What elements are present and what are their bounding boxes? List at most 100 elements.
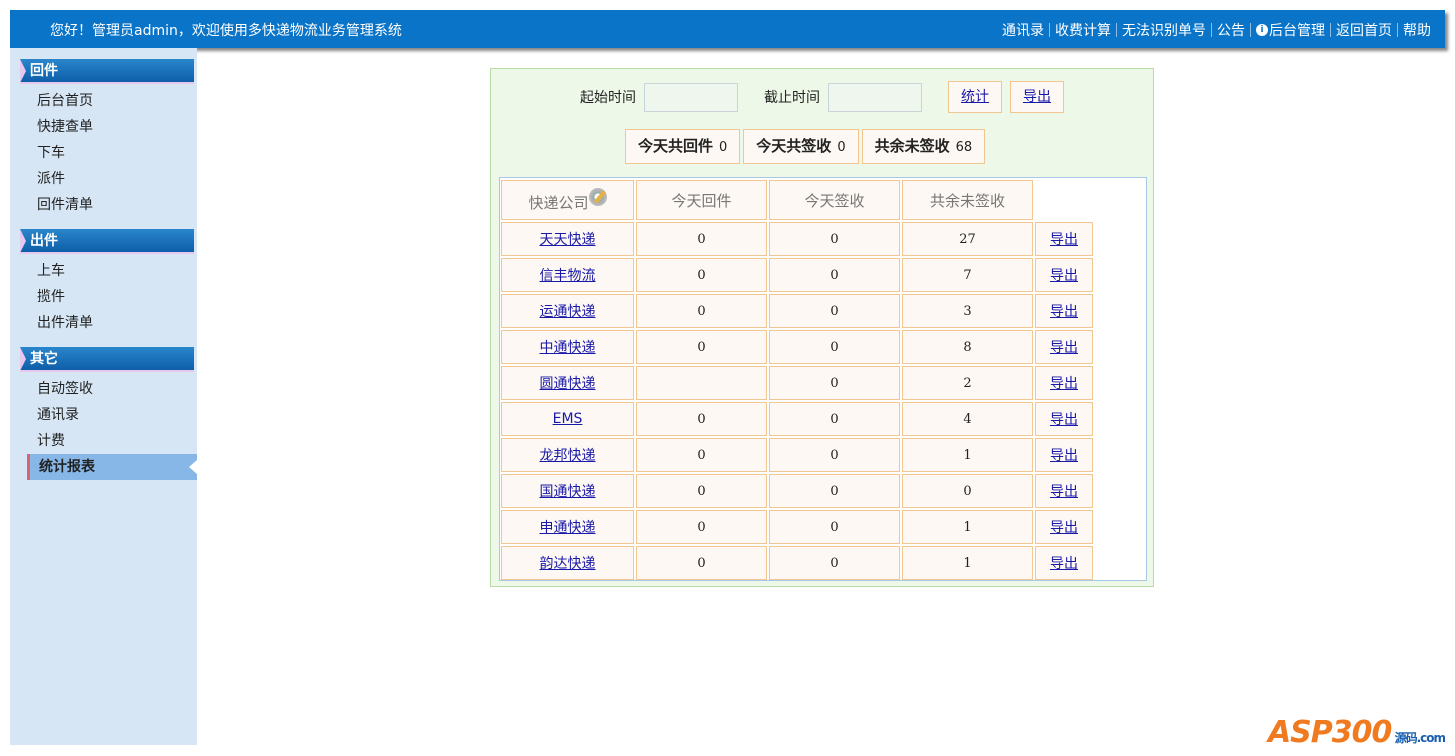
count-cell: 8 (902, 330, 1033, 364)
sidebar-item[interactable]: 下车 (10, 140, 197, 166)
row-export-button[interactable]: 导出 (1050, 376, 1078, 392)
nav-divider (1116, 23, 1117, 37)
company-link[interactable]: 申通快递 (540, 520, 596, 536)
column-header: 今天签收 (769, 180, 900, 220)
row-export-button[interactable]: 导出 (1050, 340, 1078, 356)
export-cell: 导出 (1035, 294, 1093, 328)
table-row: 龙邦快递 0 0 1 导出 (501, 438, 1093, 472)
top-nav-link[interactable]: 公告 (1217, 20, 1245, 40)
export-cell: 导出 (1035, 474, 1093, 508)
company-link[interactable]: 龙邦快递 (540, 448, 596, 464)
count-cell: 4 (902, 402, 1033, 436)
watermark-logo: ASP300 源码.com (1267, 715, 1446, 750)
sidebar-item[interactable]: 自动签收 (10, 376, 197, 402)
company-cell: 韵达快递 (501, 546, 634, 580)
export-cell: 导出 (1035, 510, 1093, 544)
column-header-label: 共余未签收 (929, 191, 1005, 210)
top-nav-link[interactable]: 无法识别单号 (1122, 20, 1206, 40)
sidebar-section: 出件 上车 揽件 出件清单 (10, 218, 197, 336)
sidebar-item[interactable]: 上车 (10, 258, 197, 284)
company-cell: 申通快递 (501, 510, 634, 544)
sidebar-item[interactable]: 计费 (10, 428, 197, 454)
company-link[interactable]: 韵达快递 (540, 556, 596, 572)
sidebar-item[interactable]: 快捷查单 (10, 114, 197, 140)
export-cell: 导出 (1035, 546, 1093, 580)
sidebar-item[interactable]: 出件清单 (10, 310, 197, 336)
company-link[interactable]: 圆通快递 (540, 376, 596, 392)
stats-table-container: 快递公司 今天回件 今天签收 共余未签收 天天快递 0 0 27 导出 信丰物流 0 0 7 导出 运通快递… (499, 177, 1147, 581)
export-all-button[interactable]: 导出 (1010, 81, 1064, 113)
export-cell: 导出 (1035, 402, 1093, 436)
column-header: 今天回件 (636, 180, 767, 220)
summary-value: 0 (837, 140, 846, 155)
company-link[interactable]: 天天快递 (540, 232, 596, 248)
company-cell: 龙邦快递 (501, 438, 634, 472)
top-nav-link[interactable]: 返回首页 (1336, 20, 1392, 40)
sidebar-item[interactable]: 派件 (10, 166, 197, 192)
count-cell: 0 (769, 222, 900, 256)
company-link[interactable]: 中通快递 (540, 340, 596, 356)
sidebar: 回件 后台首页 快捷查单 下车 派件 回件清单 出件 上车 揽件 出件清单 其它 自动签收 通讯录 计费统… (10, 48, 197, 745)
row-export-button[interactable]: 导出 (1050, 412, 1078, 428)
company-link[interactable]: EMS (553, 411, 583, 427)
column-header-label: 今天签收 (804, 191, 865, 210)
table-row: 信丰物流 0 0 7 导出 (501, 258, 1093, 292)
nav-divider (1397, 23, 1398, 37)
company-cell: 国通快递 (501, 474, 634, 508)
row-export-button[interactable]: 导出 (1050, 556, 1078, 572)
stat-button[interactable]: 统计 (948, 81, 1002, 113)
count-cell: 27 (902, 222, 1033, 256)
top-header: 您好！管理员admin，欢迎使用多快递物流业务管理系统 通讯录 收费计算 无法识别单… (10, 10, 1445, 48)
column-header: 快递公司 (501, 180, 634, 220)
company-cell: 运通快递 (501, 294, 634, 328)
company-cell: 中通快递 (501, 330, 634, 364)
start-time-input[interactable] (644, 82, 738, 112)
info-icon: i (1256, 24, 1268, 36)
sidebar-item[interactable]: 回件清单 (10, 192, 197, 218)
export-cell: 导出 (1035, 258, 1093, 292)
empty-header (1035, 180, 1093, 220)
end-time-input[interactable] (828, 82, 922, 112)
count-cell: 7 (902, 258, 1033, 292)
top-nav-link[interactable]: 通讯录 (1002, 20, 1044, 40)
row-export-button[interactable]: 导出 (1050, 448, 1078, 464)
company-link[interactable]: 运通快递 (540, 304, 596, 320)
count-cell: 0 (636, 546, 767, 580)
row-export-button[interactable]: 导出 (1050, 520, 1078, 536)
welcome-text: 您好！管理员admin，欢迎使用多快递物流业务管理系统 (50, 23, 402, 39)
sidebar-item[interactable]: 统计报表 (27, 454, 197, 480)
count-cell: 0 (769, 402, 900, 436)
count-cell: 0 (636, 222, 767, 256)
nav-divider (1211, 23, 1212, 37)
company-link[interactable]: 国通快递 (540, 484, 596, 500)
sidebar-section: 其它 自动签收 通讯录 计费 统计报表 (10, 336, 197, 480)
count-cell: 1 (902, 438, 1033, 472)
nav-divider (1250, 23, 1251, 37)
sidebar-item[interactable]: 通讯录 (10, 402, 197, 428)
settings-edit-icon[interactable] (588, 187, 607, 206)
sidebar-item[interactable]: 后台首页 (10, 88, 197, 114)
summary-label: 今天共回件 (638, 137, 714, 155)
row-export-button[interactable]: 导出 (1050, 268, 1078, 284)
row-export-button[interactable]: 导出 (1050, 304, 1078, 320)
nav-divider (1330, 23, 1331, 37)
top-nav-link[interactable]: 帮助 (1403, 20, 1431, 40)
statistics-panel: 起始时间 截止时间 统计 导出 今天共回件 0 今天共签收 0 共余未签收 68 快递公司… (490, 68, 1154, 587)
table-row: 运通快递 0 0 3 导出 (501, 294, 1093, 328)
top-nav-link[interactable]: 收费计算 (1055, 20, 1111, 40)
company-link[interactable]: 信丰物流 (540, 268, 596, 284)
top-nav-link[interactable]: 后台管理 (1269, 20, 1325, 40)
count-cell: 0 (769, 294, 900, 328)
export-cell: 导出 (1035, 222, 1093, 256)
summary-item: 共余未签收 68 (861, 129, 986, 164)
count-cell: 1 (902, 510, 1033, 544)
row-export-button[interactable]: 导出 (1050, 484, 1078, 500)
column-header-label: 快递公司 (528, 193, 589, 212)
sidebar-item[interactable]: 揽件 (10, 284, 197, 310)
count-cell: 0 (636, 258, 767, 292)
count-cell: 2 (902, 366, 1033, 400)
count-cell: 3 (902, 294, 1033, 328)
count-cell: 0 (902, 474, 1033, 508)
summary-item: 今天共回件 0 (625, 129, 741, 164)
row-export-button[interactable]: 导出 (1050, 232, 1078, 248)
